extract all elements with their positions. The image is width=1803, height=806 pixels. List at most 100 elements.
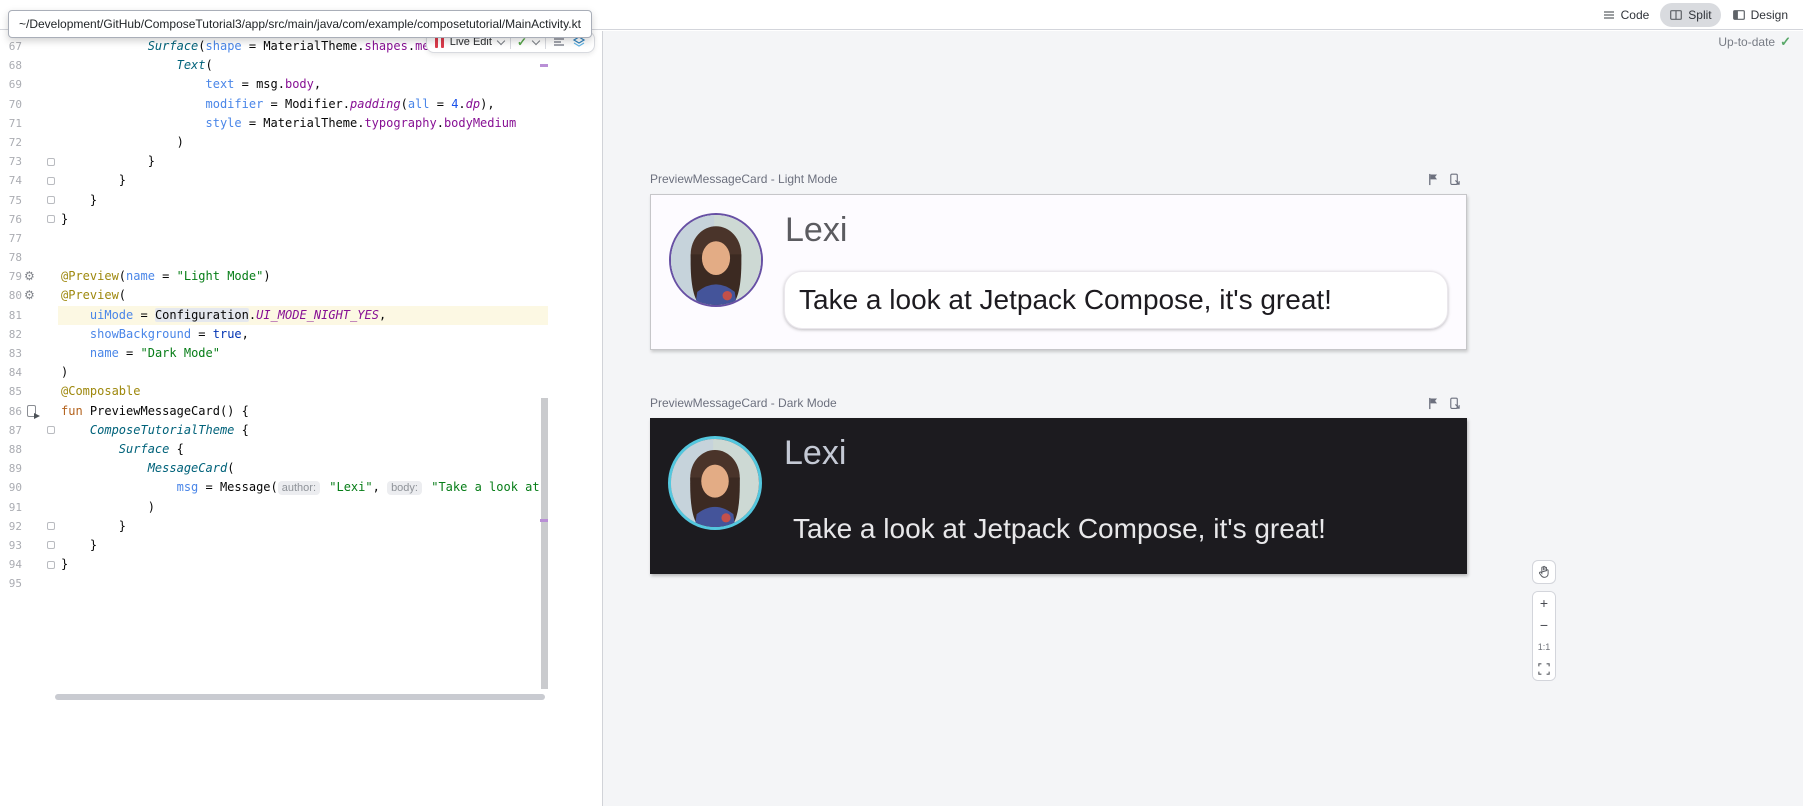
line-number: 80 bbox=[0, 286, 22, 305]
line-number: 95 bbox=[0, 574, 22, 593]
deploy-to-device-icon[interactable] bbox=[1448, 173, 1461, 186]
gutter: 91 bbox=[0, 498, 58, 517]
code-fold-icon[interactable] bbox=[47, 522, 55, 530]
line-number: 82 bbox=[0, 325, 22, 344]
zoom-out-button[interactable]: − bbox=[1533, 614, 1555, 636]
code-line-89[interactable]: 89 MessageCard( bbox=[0, 459, 602, 478]
code-line-80[interactable]: 80⚙@Preview( bbox=[0, 286, 602, 305]
code-line-69[interactable]: 69 text = msg.body, bbox=[0, 75, 602, 94]
gutter: 86 bbox=[0, 402, 58, 421]
code-line-87[interactable]: 87 ComposeTutorialTheme { bbox=[0, 421, 602, 440]
code-line-84[interactable]: 84) bbox=[0, 363, 602, 382]
code-line-76[interactable]: 76} bbox=[0, 210, 602, 229]
line-number: 70 bbox=[0, 95, 22, 114]
code-line-95[interactable]: 95 bbox=[0, 574, 602, 593]
zoom-in-button[interactable]: + bbox=[1533, 592, 1555, 614]
zoom-to-fit-button[interactable] bbox=[1533, 658, 1555, 680]
deploy-to-device-icon[interactable] bbox=[1448, 397, 1461, 410]
error-stripe-mark[interactable] bbox=[540, 64, 548, 67]
run-preview-icon[interactable] bbox=[27, 405, 36, 417]
code-line-93[interactable]: 93 } bbox=[0, 536, 602, 555]
code-fold-icon[interactable] bbox=[47, 561, 55, 569]
code-line-68[interactable]: 68 Text( bbox=[0, 56, 602, 75]
code-line-83[interactable]: 83 name = "Dark Mode" bbox=[0, 344, 602, 363]
view-mode-label: Code bbox=[1621, 8, 1650, 22]
code-line-79[interactable]: 79⚙@Preview(name = "Light Mode") bbox=[0, 267, 602, 286]
animation-preview-icon[interactable] bbox=[1427, 397, 1440, 410]
preview-group-light: PreviewMessageCard - Light Mode Lexi bbox=[650, 171, 1467, 350]
line-number: 78 bbox=[0, 248, 22, 267]
message-body: Take a look at Jetpack Compose, it's gre… bbox=[793, 513, 1326, 545]
gutter: 92 bbox=[0, 517, 58, 536]
line-number: 87 bbox=[0, 421, 22, 440]
code-text: Surface { bbox=[58, 440, 548, 459]
preview-settings-gear-icon[interactable]: ⚙ bbox=[24, 286, 35, 305]
code-fold-icon[interactable] bbox=[47, 196, 55, 204]
code-text: @Composable bbox=[58, 382, 548, 401]
avatar-image bbox=[669, 213, 763, 307]
code-line-75[interactable]: 75 } bbox=[0, 191, 602, 210]
gutter: 87 bbox=[0, 421, 58, 440]
view-mode-split[interactable]: Split bbox=[1660, 3, 1720, 27]
compose-preview-pane: Up-to-date ✓ PreviewMessageCard - Light … bbox=[603, 31, 1803, 806]
view-mode-code[interactable]: Code bbox=[1593, 3, 1659, 27]
line-number: 73 bbox=[0, 152, 22, 171]
code-text: name = "Dark Mode" bbox=[58, 344, 548, 363]
code-fold-icon[interactable] bbox=[47, 426, 55, 434]
preview-canvas-dark[interactable]: Lexi Take a look at Jetpack Compose, it'… bbox=[650, 418, 1467, 574]
preview-group-dark: PreviewMessageCard - Dark Mode Lexi bbox=[650, 395, 1467, 574]
view-mode-design[interactable]: Design bbox=[1723, 3, 1797, 27]
code-text: } bbox=[58, 536, 548, 555]
zoom-actual-size-button[interactable]: 1:1 bbox=[1533, 636, 1555, 658]
gutter: 94 bbox=[0, 555, 58, 574]
gutter: 93 bbox=[0, 536, 58, 555]
code-text: ) bbox=[58, 498, 548, 517]
code-text: Text( bbox=[58, 56, 548, 75]
code-fold-icon[interactable] bbox=[47, 177, 55, 185]
code-line-71[interactable]: 71 style = MaterialTheme.typography.body… bbox=[0, 114, 602, 133]
message-body: Take a look at Jetpack Compose, it's gre… bbox=[799, 284, 1332, 316]
preview-settings-gear-icon[interactable]: ⚙ bbox=[24, 267, 35, 286]
preview-actions bbox=[1427, 397, 1467, 410]
gutter: 71 bbox=[0, 114, 58, 133]
gutter: 85 bbox=[0, 382, 58, 401]
code-line-73[interactable]: 73 } bbox=[0, 152, 602, 171]
line-number: 89 bbox=[0, 459, 22, 478]
message-bubble: Take a look at Jetpack Compose, it's gre… bbox=[783, 500, 1447, 558]
line-number: 92 bbox=[0, 517, 22, 536]
code-line-92[interactable]: 92 } bbox=[0, 517, 602, 536]
code-line-72[interactable]: 72 ) bbox=[0, 133, 602, 152]
split-divider[interactable] bbox=[602, 31, 603, 806]
gutter: 76 bbox=[0, 210, 58, 229]
code-line-86[interactable]: 86fun PreviewMessageCard() { bbox=[0, 402, 602, 421]
code-line-85[interactable]: 85@Composable bbox=[0, 382, 602, 401]
code-line-88[interactable]: 88 Surface { bbox=[0, 440, 602, 459]
breadcrumb[interactable]: ~/Development/GitHub/ComposeTutorial3/ap… bbox=[8, 10, 592, 38]
code-fold-icon[interactable] bbox=[47, 215, 55, 223]
error-stripe-mark[interactable] bbox=[540, 519, 548, 522]
code-fold-icon[interactable] bbox=[47, 541, 55, 549]
gutter: 69 bbox=[0, 75, 58, 94]
code-line-90[interactable]: 90 msg = Message(author: "Lexi", body: "… bbox=[0, 478, 602, 497]
hand-icon bbox=[1537, 565, 1551, 579]
code-line-91[interactable]: 91 ) bbox=[0, 498, 602, 517]
code-line-94[interactable]: 94} bbox=[0, 555, 602, 574]
line-number: 77 bbox=[0, 229, 22, 248]
animation-preview-icon[interactable] bbox=[1427, 173, 1440, 186]
code-line-81[interactable]: 81 uiMode = Configuration.UI_MODE_NIGHT_… bbox=[0, 306, 602, 325]
code-text: modifier = Modifier.padding(all = 4.dp), bbox=[58, 95, 548, 114]
code-line-74[interactable]: 74 } bbox=[0, 171, 602, 190]
design-view-icon bbox=[1732, 8, 1746, 22]
line-number: 69 bbox=[0, 75, 22, 94]
code-line-82[interactable]: 82 showBackground = true, bbox=[0, 325, 602, 344]
code-fold-icon[interactable] bbox=[47, 158, 55, 166]
horizontal-scrollbar[interactable] bbox=[55, 694, 545, 700]
code-line-70[interactable]: 70 modifier = Modifier.padding(all = 4.d… bbox=[0, 95, 602, 114]
code-line-77[interactable]: 77 bbox=[0, 229, 602, 248]
preview-canvas-light[interactable]: Lexi Take a look at Jetpack Compose, it'… bbox=[650, 194, 1467, 350]
pan-tool-button[interactable] bbox=[1532, 560, 1556, 584]
code-text bbox=[58, 248, 548, 267]
code-text: } bbox=[58, 517, 548, 536]
code-line-78[interactable]: 78 bbox=[0, 248, 602, 267]
vertical-scrollbar[interactable] bbox=[541, 398, 548, 689]
